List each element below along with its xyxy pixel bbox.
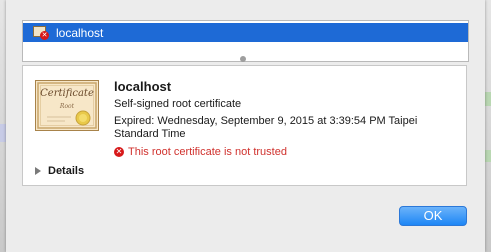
certificate-type: Self-signed root certificate (114, 98, 242, 110)
details-disclosure[interactable]: Details (35, 165, 84, 177)
certificate-icon-title: Certificate (40, 88, 94, 99)
certificate-icon: Certificate Root (35, 80, 99, 131)
certificate-list[interactable]: ✕ localhost (22, 20, 469, 62)
certificate-expiry: Expired: Wednesday, September 9, 2015 at… (114, 115, 418, 140)
certificate-title: localhost (114, 79, 172, 94)
trust-status: ✕ This root certificate is not trusted (114, 146, 287, 158)
trust-status-text: This root certificate is not trusted (128, 146, 287, 158)
certificate-dialog-sheet: ✕ localhost Certificate Root localhost S… (6, 0, 485, 252)
certificate-error-icon: ✕ (33, 25, 49, 40)
disclosure-triangle-icon[interactable] (35, 167, 41, 175)
details-disclosure-label: Details (48, 165, 85, 177)
certificate-details-panel: Certificate Root localhost Self-signed r… (22, 65, 467, 186)
certificate-icon-subtitle: Root (59, 103, 75, 110)
splitter-handle[interactable] (240, 56, 246, 62)
certificate-list-item-label: localhost (56, 25, 104, 40)
ok-button[interactable]: OK (399, 206, 467, 226)
error-x-icon: ✕ (114, 147, 124, 157)
certificate-list-item[interactable]: ✕ localhost (23, 23, 468, 42)
